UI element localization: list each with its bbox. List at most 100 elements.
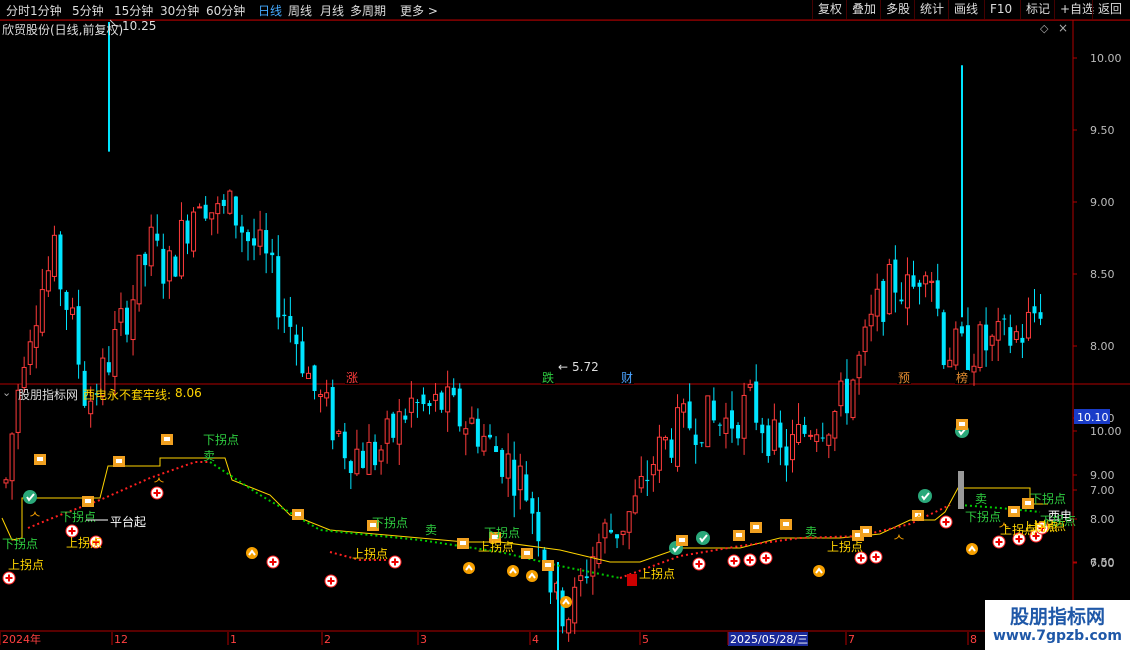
candle-body	[1002, 318, 1007, 320]
candle-body	[475, 418, 480, 447]
candle-body	[233, 196, 238, 226]
candle-body	[620, 530, 626, 535]
annotation-15: 下拐点	[965, 509, 1001, 524]
candle-body	[941, 312, 946, 366]
candle-body	[626, 511, 632, 533]
yellow-step-line	[1, 457, 1048, 563]
candle-body	[185, 220, 190, 244]
stock-chart[interactable]: 10.009.509.008.508.007.507.006.506.0010.…	[0, 0, 1130, 650]
candle-body	[161, 248, 166, 284]
candle-body	[953, 328, 959, 366]
candle-body	[808, 434, 814, 437]
candle-body	[246, 232, 250, 242]
candle-body	[27, 341, 33, 365]
low-arrow: ←	[558, 360, 568, 374]
candle-body	[814, 434, 820, 442]
candle-body	[384, 418, 390, 444]
candle-body	[609, 529, 613, 533]
candle-body	[862, 326, 868, 353]
time-label-4: 3	[420, 633, 427, 646]
candle-body	[324, 392, 330, 399]
candle-body	[373, 441, 378, 466]
candle-body	[396, 411, 402, 445]
candle-body	[790, 434, 795, 461]
chevron-down-icon[interactable]: ⌄	[2, 386, 11, 399]
candle-body	[136, 254, 142, 305]
candle-body	[336, 430, 342, 434]
candle-body	[354, 448, 360, 475]
time-label-3: 2	[324, 633, 331, 646]
candle-body	[463, 428, 469, 435]
candle-body	[693, 434, 698, 445]
candle-body	[64, 291, 69, 310]
candle-body	[802, 425, 807, 434]
candle-body	[881, 280, 886, 322]
event-tag-1: 跌	[542, 370, 554, 385]
close-icon[interactable]: ×	[1058, 21, 1068, 35]
up-caret-icon	[246, 547, 258, 559]
candle-body	[155, 233, 160, 241]
candle-body	[826, 434, 832, 446]
event-tag-0: 涨	[346, 370, 358, 385]
flag-icon-mark	[460, 541, 466, 545]
up-caret-icon	[463, 562, 475, 574]
candle-body	[282, 314, 287, 317]
candle-body	[929, 280, 935, 283]
y-tick-label-2: 9.00	[1090, 196, 1115, 209]
up-caret-icon	[507, 565, 519, 577]
candle-body	[51, 234, 57, 277]
candle-body	[88, 400, 94, 415]
time-label-2: 1	[230, 633, 237, 646]
candle-body	[650, 464, 656, 476]
stock-title: 欣贸股份(日线,前复权)	[2, 23, 124, 37]
candle-body	[784, 446, 789, 466]
up-caret-icon	[526, 570, 538, 582]
indicator-title[interactable]: 股朋指标网	[18, 386, 78, 403]
candle-body	[342, 431, 347, 459]
candle-body	[469, 417, 475, 424]
candle-body	[536, 511, 541, 542]
flag-icon-mark	[545, 563, 551, 567]
flag-icon-mark	[679, 538, 685, 542]
candle-body	[415, 402, 420, 404]
candle-body	[566, 619, 572, 634]
diamond-icon[interactable]: ◇	[1040, 22, 1048, 35]
candle-body	[451, 387, 456, 396]
ind-tick-label-2: 8.00	[1090, 513, 1115, 526]
candle-body	[832, 411, 838, 439]
candle-body	[118, 308, 124, 323]
time-label-6: 5	[642, 633, 649, 646]
check-icon	[918, 489, 932, 503]
candle-body	[662, 436, 668, 441]
annotation-14: 卖	[975, 492, 987, 506]
candle-body	[899, 299, 904, 302]
candle-body	[747, 384, 753, 388]
candle-body	[112, 329, 118, 377]
annotation-18: 卖	[805, 525, 817, 539]
candle-body	[76, 306, 81, 365]
candle-body	[421, 394, 426, 405]
high-label: 10.25	[122, 19, 156, 33]
watermark: 股朋指标网 www.7gpzb.com	[985, 600, 1130, 650]
annotation-2: 下拐点	[60, 509, 96, 524]
candle-body	[874, 288, 880, 317]
candle-body	[730, 410, 734, 429]
y-tick-label-0: 10.00	[1090, 52, 1122, 65]
candle-body	[723, 417, 729, 434]
candle-body	[675, 407, 681, 467]
candle-body	[378, 449, 384, 462]
candle-body	[1025, 311, 1031, 339]
candle-body	[820, 437, 825, 439]
event-tag-4: 榜	[956, 370, 968, 385]
up-caret-icon	[813, 565, 825, 577]
candle-body	[838, 380, 844, 407]
candle-body	[439, 392, 444, 410]
annotation-22: 上拐点	[1022, 519, 1058, 534]
candle-body	[656, 436, 662, 471]
candle-body	[796, 423, 802, 443]
candle-body	[257, 229, 263, 247]
current-price-tag: 10.10	[1077, 411, 1109, 424]
flag-icon-mark	[37, 457, 43, 461]
candle-body	[318, 394, 324, 397]
annotation-12: 上拐点	[639, 566, 675, 581]
